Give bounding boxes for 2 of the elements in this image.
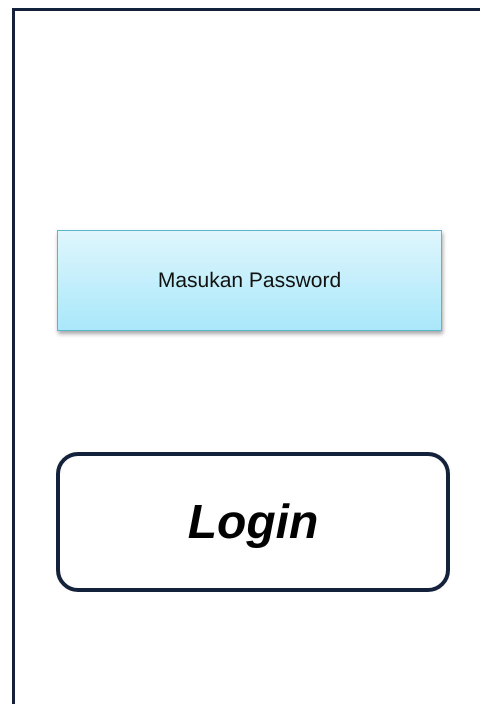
login-button[interactable]: Login bbox=[56, 452, 450, 592]
password-field[interactable]: Masukan Password bbox=[57, 230, 442, 331]
